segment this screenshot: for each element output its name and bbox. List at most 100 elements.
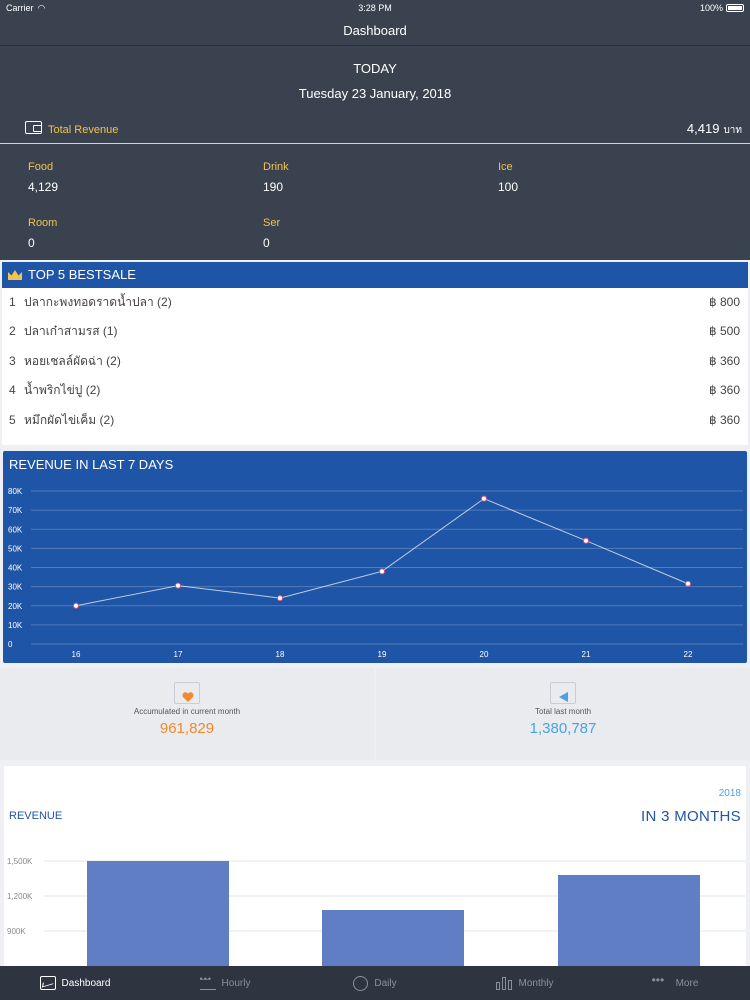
tab-monthly[interactable]: Monthly [450, 966, 600, 1000]
item-name: น้ำพริกไข่ปู (2) [24, 383, 101, 398]
data-point [73, 602, 79, 609]
currency-unit: บาท [723, 125, 742, 136]
top5-list: 1 ปลากะพงทอดราดน้ำปลา (2) ฿ 800 2 ปลาเก๋าสา… [2, 288, 748, 435]
y-tick-label: 20K [8, 602, 23, 611]
category-value: 190 [263, 180, 284, 194]
data-point [277, 595, 283, 602]
tab-label: Dashboard [61, 977, 111, 989]
calendar-icon [550, 682, 576, 704]
list-item[interactable]: 1 ปลากะพงทอดราดน้ำปลา (2) ฿ 800 [2, 288, 748, 317]
category-value: 100 [498, 180, 519, 194]
data-point [379, 568, 385, 575]
revenue-label: REVENUE [9, 810, 63, 822]
crown-icon [8, 270, 22, 280]
battery-icon [726, 4, 744, 12]
tab-dashboard[interactable]: Dashboard [0, 966, 150, 1000]
months-bar-chart: 900K 1,200K 1,500K [7, 857, 746, 966]
y-tick-label: 1,500K [7, 857, 33, 866]
item-rank: 1 [9, 295, 16, 309]
today-label: TODAY [353, 61, 397, 76]
category-ser: Ser 0 [263, 217, 280, 250]
x-tick-label: 21 [582, 650, 591, 659]
y-tick-label: 0 [8, 640, 13, 649]
x-tick-label: 18 [276, 650, 285, 659]
y-tick-label: 50K [8, 544, 23, 553]
accumulated-section: Accumulated in current month 961,829 Tot… [0, 668, 750, 760]
item-name: หอยเชลล์ผัดฉ่า (2) [24, 353, 121, 368]
category-label: Room [28, 217, 58, 229]
tab-label: Hourly [221, 977, 251, 989]
bar [322, 910, 464, 966]
tab-label: More [675, 977, 699, 989]
item-price: ฿ 360 [709, 412, 740, 427]
accumulated-current-label: Accumulated in current month [133, 707, 241, 716]
calendar-icon [174, 682, 200, 704]
hourly-chart-icon [199, 974, 216, 990]
category-label: Ice [498, 161, 513, 173]
item-price: ฿ 360 [709, 383, 740, 398]
y-tick-label: 80K [8, 487, 23, 496]
x-tick-label: 19 [378, 650, 387, 659]
tab-hourly[interactable]: Hourly [150, 966, 300, 1000]
y-tick-label: 30K [8, 583, 23, 592]
arrow-left-icon [559, 692, 568, 702]
list-item[interactable]: 4 น้ำพริกไข่ปู (2) ฿ 360 [2, 376, 748, 405]
y-tick-label: 40K [8, 564, 23, 573]
bar [87, 861, 229, 966]
x-tick-label: 17 [174, 650, 183, 659]
category-food: Food 4,129 [28, 161, 58, 194]
tab-label: Monthly [518, 977, 554, 989]
top5-bestsale-card: TOP 5 BESTSALE 1 ปลากะพงทอดราดน้ำปลา (2) ฿… [2, 262, 748, 445]
category-label: Ser [263, 217, 281, 229]
list-item[interactable]: 2 ปลาเก๋าสามรส (1) ฿ 500 [2, 317, 748, 346]
revenue-7days-card: REVENUE IN LAST 7 DAYS 0 10K 20K 30K 40K 50K 6… [3, 451, 747, 663]
total-last-month-value: 1,380,787 [529, 720, 597, 737]
clock-icon [353, 975, 369, 991]
accumulated-current-box: Accumulated in current month 961,829 [0, 668, 374, 760]
item-price: ฿ 800 [709, 295, 740, 309]
bar-chart-icon [496, 976, 513, 990]
status-bar: Carrier ◠ 3:28 PM 100% [0, 0, 750, 16]
series-line [75, 498, 689, 607]
top5-title: TOP 5 BESTSALE [28, 267, 136, 282]
x-tick-label: 20 [480, 650, 489, 659]
tab-daily[interactable]: Daily [300, 966, 450, 1000]
total-revenue-label: Total Revenue [48, 124, 119, 136]
list-item[interactable]: 3 หอยเชลล์ผัดฉ่า (2) ฿ 360 [2, 347, 748, 376]
category-ice: Ice 100 [498, 161, 518, 194]
data-point [175, 582, 181, 589]
item-name: ปลากะพงทอดราดน้ำปลา (2) [24, 295, 172, 309]
nav-bar-title: Dashboard [0, 16, 750, 46]
item-price: ฿ 500 [709, 324, 740, 339]
item-price: ฿ 360 [709, 353, 740, 368]
y-tick-label: 10K [8, 621, 23, 630]
date-label: Tuesday 23 January, 2018 [298, 86, 452, 101]
x-tick-label: 22 [684, 650, 693, 659]
total-revenue-row: Total Revenue 4,419 บาท [0, 119, 750, 144]
accumulated-last-box: Total last month 1,380,787 [376, 668, 750, 760]
item-rank: 2 [9, 324, 16, 339]
bar [558, 875, 700, 966]
y-tick-label: 900K [7, 927, 26, 936]
item-name: ปลาเก๋าสามรส (1) [24, 324, 118, 339]
status-time: 3:28 PM [358, 3, 392, 13]
category-value: 4,129 [28, 180, 59, 194]
y-tick-label: 60K [8, 525, 23, 534]
revenue-3months-card: 900K 1,200K 1,500K 2018 REVENUE IN 3 MONTH… [4, 766, 746, 966]
week-line-chart: 0 10K 20K 30K 40K 50K 60K 70K 80K 16 17 18 19 20 21 22 [8, 487, 743, 659]
category-room: Room 0 [28, 217, 57, 250]
tab-bar: Dashboard Hourly Daily Monthly More [0, 966, 750, 1000]
tab-more[interactable]: More [600, 966, 750, 1000]
data-point [685, 580, 691, 587]
item-rank: 3 [9, 353, 16, 368]
item-rank: 5 [9, 412, 16, 427]
chart-line-icon [39, 976, 56, 990]
y-tick-label: 70K [8, 506, 23, 515]
data-point [583, 537, 589, 544]
category-drink: Drink 190 [263, 161, 289, 194]
data-point [481, 495, 487, 502]
category-label: Food [28, 161, 54, 173]
total-revenue-value: 4,419 บาท [686, 121, 742, 136]
item-name: หมึกผัดไข่เค็ม (2) [24, 412, 115, 427]
list-item[interactable]: 5 หมึกผัดไข่เค็ม (2) ฿ 360 [2, 406, 748, 435]
